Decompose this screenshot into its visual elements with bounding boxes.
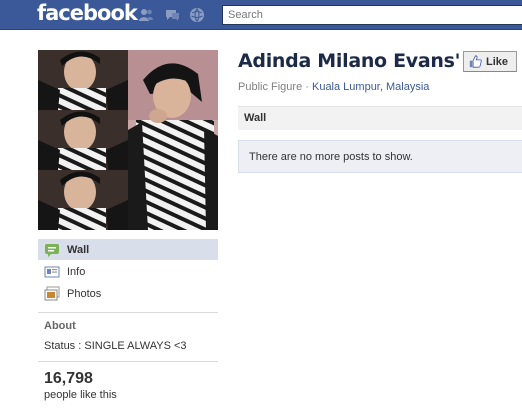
page-subtitle: Public Figure · Kuala Lumpur, Malaysia [238,81,429,93]
location-link[interactable]: Kuala Lumpur, Malaysia [312,81,429,93]
facebook-logo[interactable]: facebook [37,1,138,25]
likes-label: people like this [44,389,117,401]
left-column: Wall Info Photos About Status : SINGLE A… [38,50,218,401]
sidebar-item-label: Photos [67,287,102,300]
about-section: About Status : SINGLE ALWAYS <3 [38,312,218,352]
wall-empty-message: There are no more posts to show. [238,140,522,173]
sidebar-item-photos[interactable]: Photos [38,283,218,304]
about-title: About [44,320,76,332]
subtitle-separator: · [302,81,312,93]
sidebar-item-label: Info [67,265,86,278]
like-button-label: Like [486,55,509,68]
likes-count[interactable]: 16,798 [44,370,218,388]
like-button[interactable]: Like [463,51,517,72]
messages-icon[interactable] [164,7,180,23]
sidebar-item-wall[interactable]: Wall [38,239,218,260]
wall-icon [45,243,59,257]
about-text: Status : SINGLE ALWAYS <3 [44,340,187,352]
page-category: Public Figure [238,81,303,93]
photos-icon [44,286,60,300]
friends-icon[interactable] [138,7,154,23]
profile-nav: Wall Info Photos [38,239,218,304]
info-icon [44,266,60,277]
wall-header: Wall [238,106,522,130]
sidebar-item-label: Wall [67,243,90,256]
likes-box: 16,798 people like this [38,361,218,401]
thumbs-up-icon [469,55,482,68]
page-title: Adinda Milano Evans' [238,50,461,72]
search-input[interactable]: Search [222,5,522,25]
sidebar-item-info[interactable]: Info [38,261,218,282]
notifications-icon[interactable] [189,7,205,23]
profile-picture[interactable] [38,50,218,230]
top-bar: facebook Search [0,0,522,30]
